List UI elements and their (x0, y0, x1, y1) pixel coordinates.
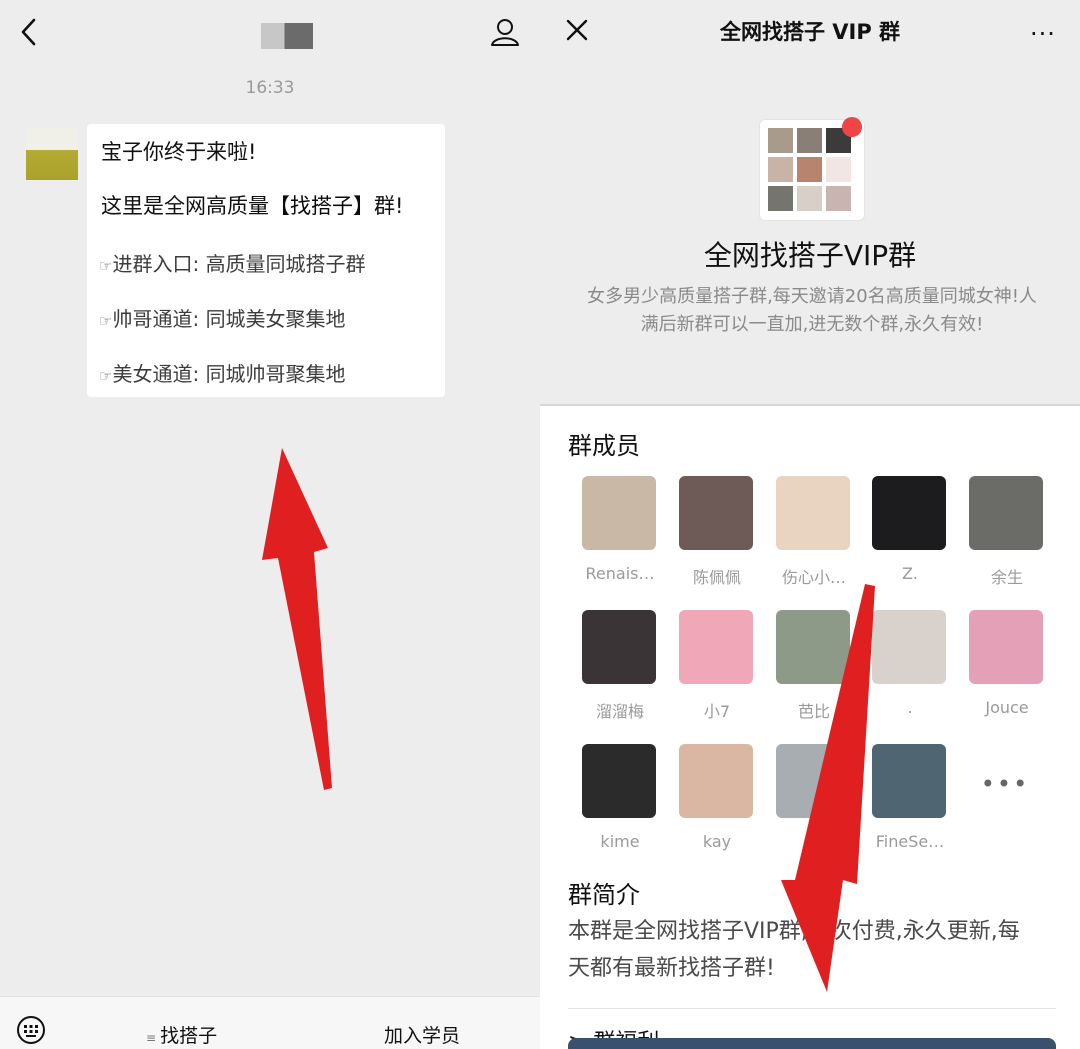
entry-value: 同城美女聚集地 (205, 307, 346, 331)
member-name: . (907, 698, 913, 717)
member-avatar (872, 476, 946, 550)
intro-prefix: 这里是全网高质量 (101, 194, 269, 218)
member-avatar (969, 476, 1043, 550)
member-name: Jouce (985, 698, 1029, 717)
member-name: 余生 (990, 568, 1023, 587)
page-title: 全网找搭子 VIP 群 (719, 20, 901, 44)
member-avatar (969, 610, 1043, 684)
entry-value: 同城帅哥聚集地 (205, 362, 346, 386)
member-name: 伤心小… (781, 568, 846, 587)
description-line-1: 女多男少高质量搭子群,每天邀请20名高质量同城女神!人 (587, 286, 1037, 307)
member-avatar (872, 610, 946, 684)
entry-row-1[interactable]: ☞进群入口: 高质量同城搭子群 (99, 248, 366, 277)
members-heading: 群成员 (568, 432, 640, 460)
message-timestamp: 16:33 (245, 78, 295, 98)
member-avatar (582, 476, 656, 550)
member-avatar (679, 610, 753, 684)
group-details: 群成员 Renais… 陈佩佩 伤心小… Z. 余生溜溜梅 小7 芭比. Jouce kime k… (540, 406, 1080, 1049)
more-options-icon[interactable]: ··· (1030, 20, 1056, 48)
group-info-panel: 全网找搭子 VIP 群 ··· 全网找搭子VIP群 女多男少高质量搭子群,每天邀… (540, 0, 1080, 1049)
member-name: FineSe… (875, 832, 945, 851)
entry-value: 高质量同城搭子群 (205, 252, 366, 276)
member-name: 芭比 (797, 702, 830, 721)
member-name: Renais… (585, 564, 655, 583)
description-line-2: 满后新群可以一直加,进无数个群,永久有效! (640, 314, 984, 335)
intro-text: 本群是全网找搭子VIP群,一次付费,永久更新,每天都有最新找搭子群! (568, 919, 1020, 981)
entry-label: 进群入口: (112, 252, 200, 276)
chat-panel: 16:33 宝子你终于来啦! 这里是全网高质量【找搭子】群! ☞进群入口: 高质… (0, 0, 540, 1049)
member-name: Z. (901, 564, 919, 583)
chat-footer-menu: ≡ 找搭子 加入学员 (0, 996, 540, 1049)
entry-label: 帅哥通道: (112, 307, 200, 331)
member-avatar (776, 744, 850, 818)
menu-lines-icon: ≡ (146, 1031, 157, 1045)
menu-label: 找搭子 (160, 1025, 218, 1047)
greeting-text: 宝子你终于来啦! (101, 140, 257, 164)
member-name: 陈佩佩 (692, 568, 741, 587)
group-name: 全网找搭子VIP群 (703, 239, 917, 272)
divider (568, 1008, 1056, 1009)
bottom-banner[interactable] (568, 1038, 1056, 1049)
member-avatar (776, 610, 850, 684)
unread-badge (842, 117, 862, 137)
member-name: 大 (805, 836, 822, 855)
user-profile-icon[interactable] (488, 16, 522, 48)
red-arrow-up (262, 448, 332, 790)
more-dots-icon: ••• (980, 770, 1030, 798)
intro-suffix: 群! (374, 194, 404, 218)
member-name: kay (702, 832, 732, 851)
intro-heading: 群简介 (568, 881, 640, 909)
pointing-hand-icon: ☞ (99, 312, 113, 330)
message-bubble[interactable]: 宝子你终于来啦! 这里是全网高质量【找搭子】群! ☞进群入口: 高质量同城搭子群… (87, 124, 445, 397)
intro-line: 这里是全网高质量【找搭子】群! (101, 190, 403, 220)
keyboard-icon[interactable] (16, 1015, 46, 1045)
menu-find-partner[interactable]: ≡ 找搭子 (146, 1021, 217, 1048)
back-arrow-icon[interactable] (14, 14, 44, 50)
entry-row-3[interactable]: ☞美女通道: 同城帅哥聚集地 (99, 358, 346, 387)
member-name: kime (600, 832, 640, 851)
blurred-chat-title (261, 23, 313, 49)
sender-avatar[interactable] (26, 128, 78, 180)
member-avatar (679, 476, 753, 550)
member-avatar (582, 610, 656, 684)
intro-keyword: 【找搭子】 (269, 194, 374, 218)
entry-row-2[interactable]: ☞帅哥通道: 同城美女聚集地 (99, 303, 346, 332)
group-header-area: 全网找搭子 VIP 群 ··· 全网找搭子VIP群 女多男少高质量搭子群,每天邀… (540, 0, 1080, 405)
member-name: 溜溜梅 (595, 702, 644, 721)
group-description: 女多男少高质量搭子群,每天邀请20名高质量同城女神!人 满后新群可以一直加,进无… (544, 283, 1080, 339)
menu-join-student[interactable]: 加入学员 (384, 1021, 460, 1048)
pointing-hand-icon: ☞ (99, 367, 113, 385)
member-avatar (776, 476, 850, 550)
member-avatar (582, 744, 656, 818)
member-name: 小7 (703, 702, 731, 721)
pointing-hand-icon: ☞ (99, 257, 113, 275)
entry-label: 美女通道: (112, 362, 200, 386)
member-avatar (679, 744, 753, 818)
chat-header (0, 0, 540, 64)
member-avatar (872, 744, 946, 818)
